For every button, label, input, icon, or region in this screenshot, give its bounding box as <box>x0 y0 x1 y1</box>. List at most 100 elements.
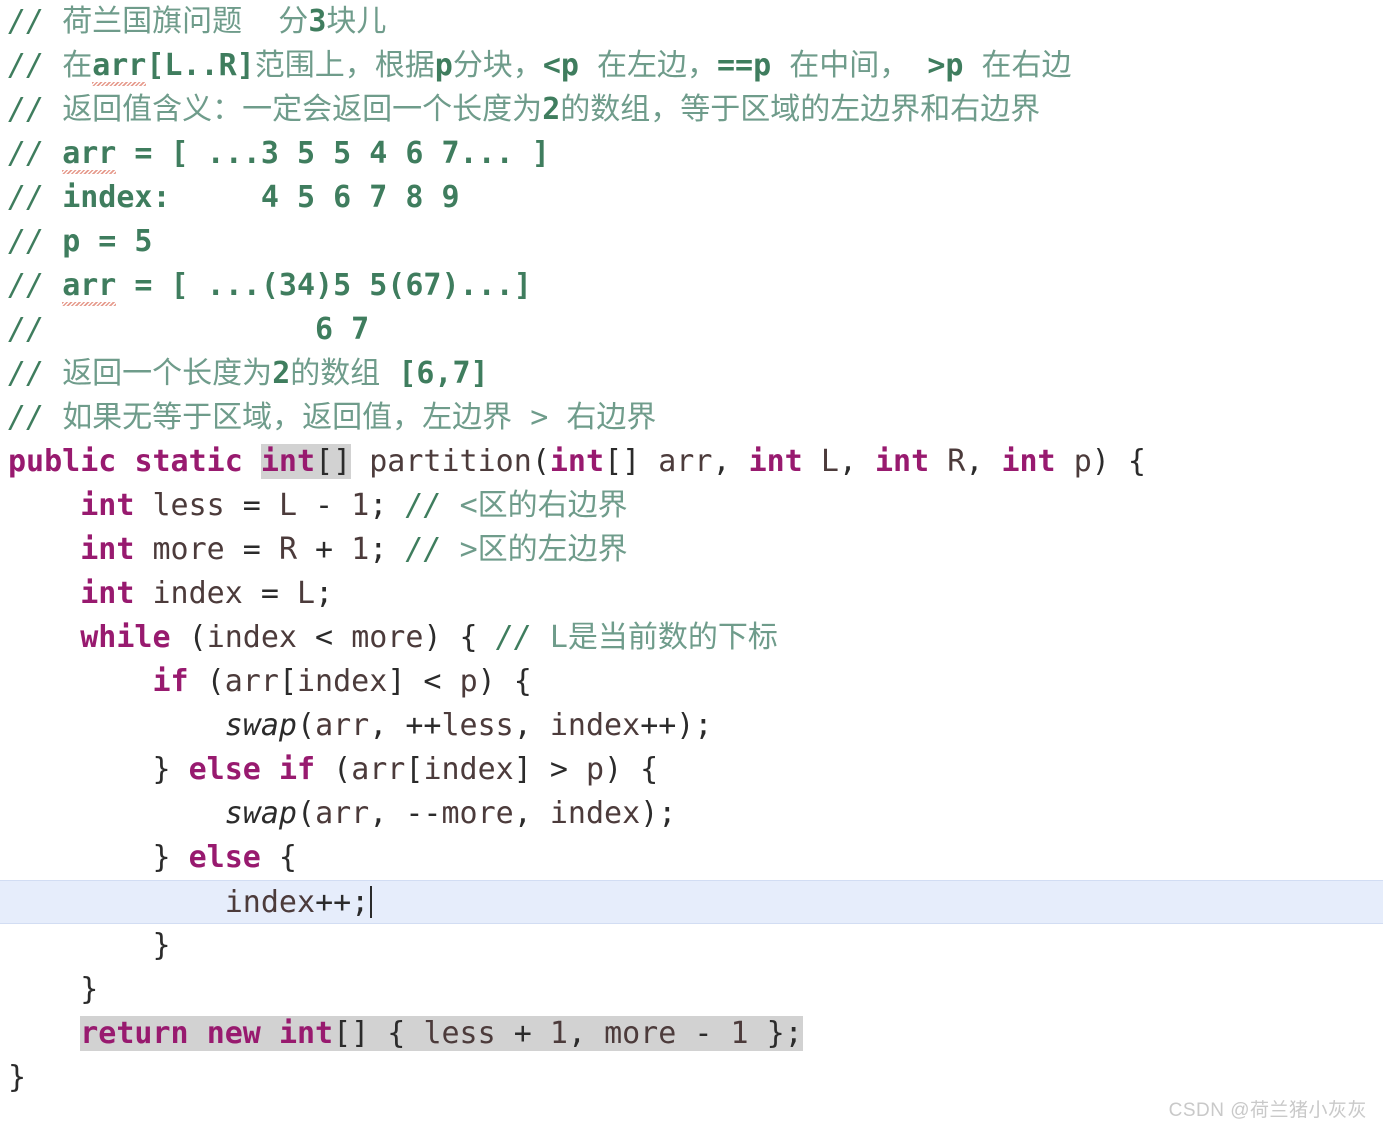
var-index: index <box>423 752 514 787</box>
code-line[interactable]: // 在arr[L..R]范围上，根据p分块，<p 在左边，==p 在中间， >… <box>0 44 1383 88</box>
comment-cjk-text: 在arr[L..R]范围上，根据p分块，<p 在左边，==p 在中间， >p 在… <box>44 48 1072 86</box>
keyword-int: int <box>80 532 135 567</box>
comment-cjk-text: 如果无等于区域，返回值，左边界 > 右边界 <box>62 400 657 435</box>
return-statement-highlight: return new int[] { less + 1, more - 1 }; <box>80 1016 803 1051</box>
code-line[interactable]: // 如果无等于区域，返回值，左边界 > 右边界 <box>0 396 1383 440</box>
var-index: index <box>224 885 316 920</box>
code-line[interactable]: if (arr[index] < p) { <box>0 660 1383 704</box>
code-line[interactable]: while (index < more) { // L是当前数的下标 <box>0 616 1383 660</box>
code-line[interactable]: int index = L; <box>0 572 1383 616</box>
comment-token: // <box>8 48 45 83</box>
keyword-else: else <box>188 752 261 787</box>
comment-token: // <box>8 180 45 215</box>
comment-ascii-text: index: 4 5 6 7 8 9 <box>62 180 460 215</box>
keyword-int: int <box>549 444 605 479</box>
csdn-watermark: CSDN @荷兰猪小灰灰 <box>1168 1100 1367 1121</box>
keyword-while: while <box>80 620 171 655</box>
var-index: index <box>206 620 297 655</box>
code-line[interactable]: // 返回值含义：一定会返回一个长度为2的数组，等于区域的左边界和右边界 <box>0 88 1383 132</box>
spellcheck-word-arr: arr <box>62 264 117 308</box>
comment-token: // <box>8 356 45 391</box>
comment-ascii-text: arr = [ ...(34)5 5(67)...] <box>44 268 532 306</box>
comment-more-zone: >区的左边界 <box>459 532 628 567</box>
call-swap: swap <box>224 708 297 743</box>
param-L: L <box>278 488 297 523</box>
code-line[interactable]: // 6 7 <box>0 308 1383 352</box>
literal-one: 1 <box>730 1016 749 1051</box>
param-p: p <box>1073 444 1092 479</box>
keyword-if: if <box>278 752 316 787</box>
var-more: more <box>441 796 514 831</box>
param-arr: arr <box>351 752 406 787</box>
code-line[interactable]: } else { <box>0 836 1383 880</box>
param-arr: arr <box>315 796 370 831</box>
spellcheck-word-arr: arr <box>62 132 117 176</box>
var-index: index <box>297 664 388 699</box>
code-line[interactable]: // 返回一个长度为2的数组 [6,7] <box>0 352 1383 396</box>
comment-token: // <box>8 312 45 347</box>
keyword-return: return <box>80 1016 189 1051</box>
comment-cjk-text: 返回一个长度为2的数组 [6,7] <box>62 356 489 391</box>
var-index: index <box>549 708 641 743</box>
var-more: more <box>152 532 225 567</box>
comment-token: // <box>405 532 442 567</box>
code-line[interactable]: // p = 5 <box>0 220 1383 264</box>
code-line[interactable]: // 荷兰国旗问题 分3块儿 <box>0 0 1383 44</box>
code-line-return[interactable]: return new int[] { less + 1, more - 1 }; <box>0 1012 1383 1056</box>
code-line[interactable]: // arr = [ ...3 5 5 4 6 7... ] <box>0 132 1383 176</box>
text-caret <box>370 886 373 918</box>
comment-token: // <box>8 224 45 259</box>
comment-cjk-text: 返回值含义：一定会返回一个长度为2的数组，等于区域的左边界和右边界 <box>62 92 1041 127</box>
keyword-int: int <box>278 1016 334 1051</box>
keyword-public: public <box>8 444 117 479</box>
code-line[interactable]: } <box>0 968 1383 1012</box>
var-less: less <box>441 708 514 743</box>
keyword-static: static <box>134 444 243 479</box>
code-editor[interactable]: // 荷兰国旗问题 分3块儿 // 在arr[L..R]范围上，根据p分块，<p… <box>0 0 1383 1132</box>
code-lines[interactable]: // 荷兰国旗问题 分3块儿 // 在arr[L..R]范围上，根据p分块，<p… <box>0 0 1383 1100</box>
return-type-highlight: int[] <box>260 444 352 479</box>
param-L: L <box>297 576 316 611</box>
code-line[interactable]: } else if (arr[index] > p) { <box>0 748 1383 792</box>
keyword-int: int <box>875 444 930 479</box>
param-p: p <box>586 752 605 787</box>
method-name-partition: partition <box>369 444 532 479</box>
code-line[interactable]: int less = L - 1; // <区的右边界 <box>0 484 1383 528</box>
keyword-int: int <box>260 444 316 479</box>
comment-cjk-text: 荷兰国旗问题 分3块儿 <box>62 4 387 39</box>
param-R: R <box>947 444 966 479</box>
var-less: less <box>152 488 225 523</box>
code-line[interactable]: // index: 4 5 6 7 8 9 <box>0 176 1383 220</box>
param-R: R <box>278 532 297 567</box>
param-arr: arr <box>224 664 279 699</box>
literal-one: 1 <box>351 532 370 567</box>
keyword-new: new <box>206 1016 261 1051</box>
var-index: index <box>549 796 641 831</box>
keyword-int: int <box>80 576 135 611</box>
comment-token: // <box>405 488 442 523</box>
comment-ascii-text: arr = [ ...3 5 5 4 6 7... ] <box>44 136 550 174</box>
comment-token: // <box>8 92 45 127</box>
var-more: more <box>604 1016 677 1051</box>
comment-token: // <box>8 4 45 39</box>
code-line-signature[interactable]: public static int[] partition(int[] arr,… <box>0 440 1383 484</box>
comment-token: // <box>495 620 532 655</box>
code-line[interactable]: int more = R + 1; // >区的左边界 <box>0 528 1383 572</box>
param-arr: arr <box>658 444 713 479</box>
literal-one: 1 <box>549 1016 568 1051</box>
code-line[interactable]: } <box>0 924 1383 968</box>
keyword-int: int <box>748 444 803 479</box>
keyword-else: else <box>188 840 261 875</box>
keyword-int: int <box>1001 444 1056 479</box>
code-line-current[interactable]: index++; <box>0 880 1383 924</box>
comment-number: 3 <box>308 4 327 39</box>
code-line[interactable]: swap(arr, --more, index); <box>0 792 1383 836</box>
code-line[interactable]: // arr = [ ...(34)5 5(67)...] <box>0 264 1383 308</box>
array-brackets: [] <box>315 444 352 479</box>
comment-token: // <box>8 268 45 303</box>
comment-token: // <box>8 400 45 435</box>
comment-token: // <box>8 136 45 171</box>
code-line[interactable]: } <box>0 1056 1383 1100</box>
code-line[interactable]: swap(arr, ++less, index++); <box>0 704 1383 748</box>
comment-while: L是当前数的下标 <box>549 620 778 655</box>
